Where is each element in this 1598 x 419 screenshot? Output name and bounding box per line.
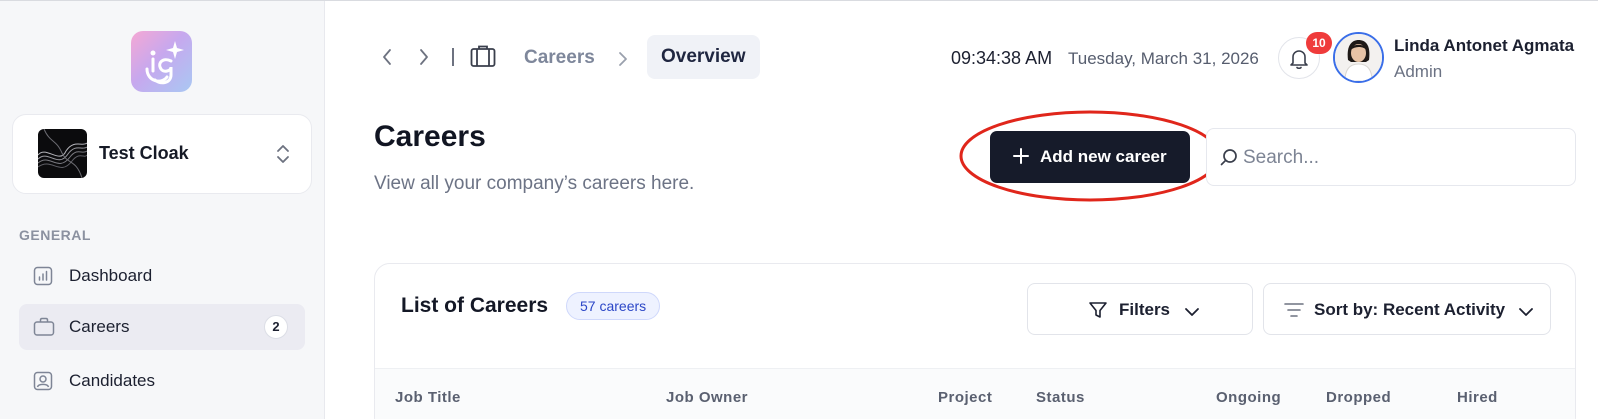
section-label-general: GENERAL xyxy=(19,227,91,243)
column-header-ongoing[interactable]: Ongoing xyxy=(1216,389,1281,406)
filter-funnel-icon xyxy=(1088,300,1108,325)
filters-button[interactable]: Filters xyxy=(1027,283,1253,335)
avatar[interactable] xyxy=(1333,32,1384,83)
back-arrow-icon[interactable] xyxy=(380,46,394,73)
column-header-status[interactable]: Status xyxy=(1036,389,1085,406)
careers-count-badge: 2 xyxy=(264,315,288,339)
header-divider xyxy=(452,48,454,66)
bell-icon xyxy=(1290,50,1308,70)
table-header: Job Title Job Owner Project Status Ongoi… xyxy=(375,368,1575,419)
current-time: 09:34:38 AM xyxy=(951,48,1053,68)
column-header-job-owner[interactable]: Job Owner xyxy=(666,389,748,406)
current-date: Tuesday, March 31, 2026 xyxy=(1068,49,1259,68)
sort-lines-icon xyxy=(1284,301,1304,324)
chevron-updown-icon xyxy=(274,143,292,170)
search-input[interactable] xyxy=(1243,143,1563,173)
app-logo[interactable] xyxy=(131,31,192,92)
briefcase-icon xyxy=(33,317,55,342)
user-role: Admin xyxy=(1394,62,1443,81)
filters-label: Filters xyxy=(1119,300,1171,319)
search-icon xyxy=(1220,149,1237,166)
sidebar-item-candidates[interactable]: Candidates xyxy=(19,358,305,404)
add-new-career-button[interactable]: Add new career xyxy=(990,131,1190,183)
forward-arrow-icon[interactable] xyxy=(417,46,431,73)
chart-icon xyxy=(33,266,53,291)
sidebar-item-label: Candidates xyxy=(69,371,156,390)
workspace-name: Test Cloak xyxy=(99,143,189,163)
page-title: Careers xyxy=(374,120,486,153)
careers-list-card: List of Careers 57 careers Filters Sort … xyxy=(374,263,1576,419)
sort-button[interactable]: Sort by: Recent Activity xyxy=(1263,283,1551,335)
add-new-career-label: Add new career xyxy=(1040,147,1167,166)
user-name: Linda Antonet Agmata xyxy=(1394,36,1575,55)
page-subtitle: View all your company’s careers here. xyxy=(374,173,695,194)
plus-icon xyxy=(1011,146,1031,171)
logo-mark-icon xyxy=(145,41,184,85)
search-box[interactable] xyxy=(1206,128,1576,186)
breadcrumb-overview: Overview xyxy=(647,35,760,79)
column-header-dropped[interactable]: Dropped xyxy=(1326,389,1391,406)
column-header-hired[interactable]: Hired xyxy=(1457,389,1498,406)
column-header-project[interactable]: Project xyxy=(938,389,992,406)
notification-count-badge: 10 xyxy=(1306,32,1332,54)
sidebar: Test Cloak GENERAL Dashboard Careers 2 C… xyxy=(0,1,325,419)
workspace-avatar xyxy=(38,129,87,178)
breadcrumb-careers[interactable]: Careers xyxy=(524,47,595,69)
chevron-down-icon xyxy=(1184,303,1200,323)
sort-label: Sort by: Recent Activity xyxy=(1314,300,1506,319)
briefcase-icon xyxy=(470,44,496,73)
chevron-right-icon xyxy=(617,50,629,73)
column-header-job-title[interactable]: Job Title xyxy=(395,389,461,406)
sidebar-item-label: Dashboard xyxy=(69,266,153,285)
sidebar-item-label: Careers xyxy=(69,317,130,336)
careers-count-pill: 57 careers xyxy=(566,292,661,320)
chevron-down-icon xyxy=(1518,303,1534,323)
person-card-icon xyxy=(33,371,53,396)
sidebar-item-careers[interactable]: Careers 2 xyxy=(19,304,305,350)
app-root: Test Cloak GENERAL Dashboard Careers 2 C… xyxy=(0,0,1598,419)
sidebar-item-dashboard[interactable]: Dashboard xyxy=(19,253,305,299)
workspace-switcher[interactable]: Test Cloak xyxy=(12,114,312,194)
list-title: List of Careers xyxy=(401,294,549,317)
